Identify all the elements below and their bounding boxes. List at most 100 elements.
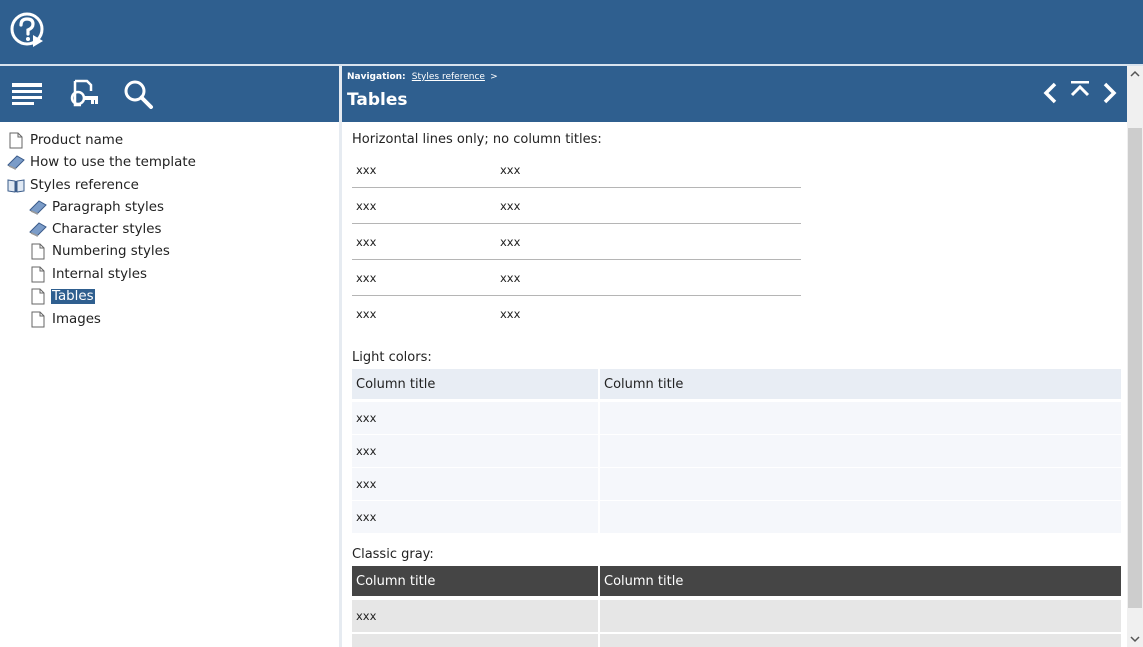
table-cell: xxx [352,600,598,632]
table-row: xxx xxx [352,296,801,332]
list-icon [12,83,42,105]
tree-item-numbering-styles[interactable]: Numbering styles [29,240,171,262]
toc-menu-button[interactable] [10,78,44,110]
section-title: Horizontal lines only; no column titles: [352,132,602,147]
column-header: Column title [600,369,1121,399]
scroll-down-button[interactable] [1127,631,1143,647]
page-icon [29,287,47,305]
table-header-row: Column title Column title [352,369,1121,401]
scrollbar-thumb[interactable] [1128,128,1142,608]
table-cell: xxx [356,307,377,321]
table-cell: xxx [356,162,377,177]
breadcrumb: Navigation: Styles reference > [347,72,498,82]
tree-item-label: Styles reference [30,177,139,193]
search-icon [124,80,153,109]
help-question-circle-icon[interactable] [9,11,47,49]
table-cell: xxx [500,198,521,213]
book-icon [29,220,47,238]
tree-item-how-to-use[interactable]: How to use the template [7,151,197,173]
light-colors-table: Column title Column title xxx xxx xxx xx… [352,369,1121,534]
tree-item-label: Paragraph styles [52,199,164,215]
open-book-icon [7,176,25,194]
tree-item-label: Images [52,311,101,327]
section-title: Classic gray: [352,547,434,562]
tree-item-images[interactable]: Images [29,308,102,330]
tree-item-label: Tables [51,288,95,304]
table-row: xxx xxx [352,224,801,260]
table-cell [600,468,1121,500]
search-button[interactable] [122,78,156,110]
table-row: xxx [352,634,1121,647]
tree-item-styles-reference[interactable]: Styles reference [7,174,140,196]
table-cell [600,600,1121,632]
chevron-up-bar-icon [1070,81,1090,97]
vertical-scrollbar[interactable] [1127,66,1143,647]
column-header: Column title [600,566,1121,596]
table-row: xxx xxx [352,188,801,224]
horizontal-lines-table: xxx xxx xxx xxx xxx xxx xxx xxx xxx xxx [352,152,801,332]
chevron-down-icon [1130,636,1140,643]
chevron-left-icon [1043,82,1057,104]
table-row: xxx [352,501,1121,533]
previous-topic-button[interactable] [1039,80,1061,106]
table-cell: xxx [356,234,377,249]
table-cell: xxx [500,270,521,285]
table-cell: xxx [352,501,598,533]
table-cell [600,435,1121,467]
scroll-up-button[interactable] [1127,66,1143,82]
tree-item-internal-styles[interactable]: Internal styles [29,263,148,285]
page-title: Tables [347,90,408,110]
key-index-icon [70,79,98,107]
classic-gray-table: Column title Column title xxx xxx [352,566,1121,647]
table-cell: xxx [352,435,598,467]
page-icon [29,242,47,260]
table-cell: xxx [352,402,598,434]
table-row: xxx [352,468,1121,500]
breadcrumb-link-styles-reference[interactable]: Styles reference [412,72,485,82]
table-cell: xxx [356,198,377,213]
breadcrumb-label: Navigation: [347,72,406,82]
section-title: Light colors: [352,350,432,365]
table-cell [600,402,1121,434]
table-row: xxx [352,402,1121,434]
page-icon [29,310,47,328]
topic-content: Horizontal lines only; no column titles:… [342,122,1127,647]
top-banner [0,0,1143,64]
table-cell: xxx [500,234,521,249]
table-row: xxx xxx [352,260,801,296]
index-button[interactable] [66,78,100,110]
tree-item-label: How to use the template [30,154,196,170]
tree-item-label: Internal styles [52,266,147,282]
table-cell: xxx [500,162,521,177]
tree-item-label: Numbering styles [52,243,170,259]
table-row: xxx [352,435,1121,467]
parent-topic-button[interactable] [1069,78,1091,104]
tree-item-character-styles[interactable]: Character styles [29,218,162,240]
tree-item-label: Product name [30,132,124,148]
tree-item-product-name[interactable]: Product name [7,129,124,151]
tree-item-label: Character styles [52,221,162,237]
book-icon [29,198,47,216]
page-icon [7,131,25,149]
page-icon [29,265,47,283]
sidebar-toolbar [0,66,339,122]
next-topic-button[interactable] [1099,80,1121,106]
table-header-row: Column title Column title [352,566,1121,598]
table-cell: xxx [500,307,521,321]
table-cell [600,634,1121,647]
column-header: Column title [352,369,598,399]
tree-item-tables[interactable]: Tables [29,285,95,307]
book-icon [7,153,25,171]
breadcrumb-separator: > [490,72,498,82]
table-cell: xxx [356,270,377,285]
chevron-right-icon [1103,82,1117,104]
chevron-up-icon [1130,70,1140,77]
column-header: Column title [352,566,598,596]
table-cell: xxx [352,634,598,647]
tree-item-paragraph-styles[interactable]: Paragraph styles [29,196,165,218]
table-cell [600,501,1121,533]
table-cell: xxx [352,468,598,500]
table-row: xxx xxx [352,152,801,188]
topic-header: Navigation: Styles reference > Tables [342,66,1127,122]
table-row: xxx [352,600,1121,632]
